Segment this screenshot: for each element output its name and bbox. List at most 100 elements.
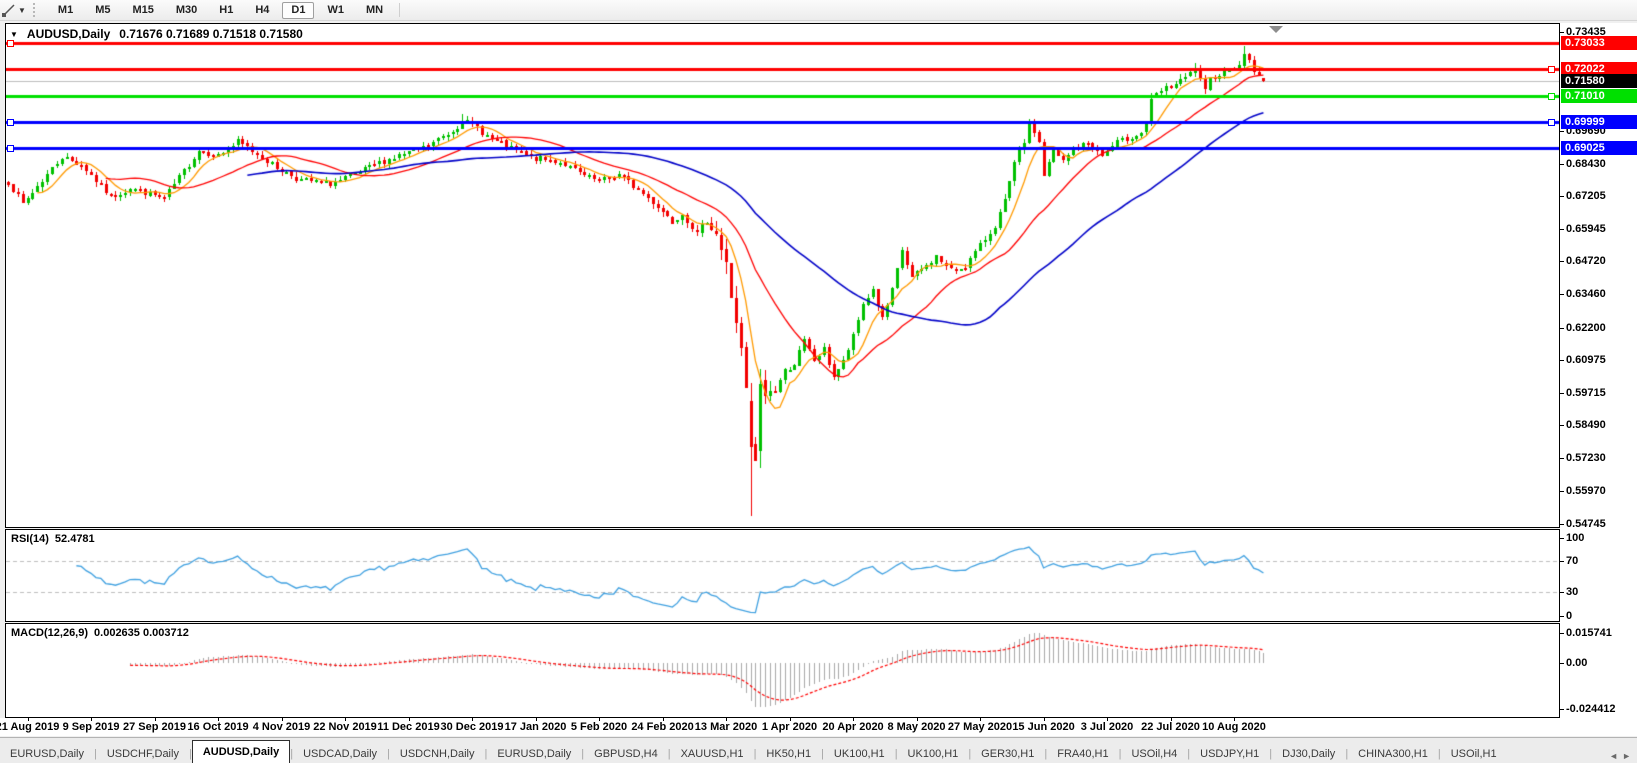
timeframe-button-m5[interactable]: M5 [86, 2, 119, 19]
hline-handle[interactable] [7, 40, 14, 47]
scale-tick [1560, 328, 1564, 329]
date-label: 10 Aug 2020 [1202, 721, 1266, 733]
date-label: 17 Jan 2020 [504, 721, 567, 733]
scale-label: 0.015741 [1566, 627, 1612, 639]
scale-tick [1560, 491, 1564, 492]
timeframe-button-h4[interactable]: H4 [246, 2, 278, 19]
timeframe-button-w1[interactable]: W1 [318, 2, 353, 19]
scale-tick [1560, 524, 1564, 525]
scale-label: 0.67205 [1566, 189, 1606, 202]
hline-handle[interactable] [1548, 93, 1555, 100]
hline-handle[interactable] [7, 145, 14, 152]
chart-tab-eurusd-daily[interactable]: EURUSD,Daily [487, 744, 581, 763]
scale-label: 0.54745 [1566, 517, 1606, 530]
scale-label: 30 [1566, 586, 1579, 599]
chart-tab-usoil-h4[interactable]: USOil,H4 [1121, 744, 1187, 763]
tab-scroll-right-icon[interactable]: ► [1622, 751, 1631, 761]
date-label: 1 Apr 2020 [761, 721, 818, 733]
chart-tab-usdchf-daily[interactable]: USDCHF,Daily [97, 744, 189, 763]
hline-price-label: 0.69999 [1561, 115, 1637, 130]
chart-ohlc: 0.71676 0.71689 0.71518 0.71580 [119, 27, 303, 41]
date-label: 8 May 2020 [887, 721, 946, 733]
chart-title: ▼ AUDUSD,Daily 0.71676 0.71689 0.71518 0… [10, 27, 303, 41]
price-chart-panel [5, 23, 1560, 528]
date-label: 13 Mar 2020 [694, 721, 758, 733]
chart-shift-marker[interactable] [1269, 26, 1283, 33]
timeframe-button-m15[interactable]: M15 [123, 2, 162, 19]
scale-label: 0.68430 [1566, 157, 1606, 170]
hline-handle[interactable] [1548, 66, 1555, 73]
chart-tabs: EURUSD,Daily | USDCHF,Daily | AUDUSD,Daily | U… [0, 740, 1507, 763]
chart-tab-hk50-h1[interactable]: HK50,H1 [756, 744, 821, 763]
chart-tab-ger30-h1[interactable]: GER30,H1 [971, 744, 1044, 763]
chart-tab-usdjpy-h1[interactable]: USDJPY,H1 [1190, 744, 1269, 763]
chart-tab-xauusd-h1[interactable]: XAUUSD,H1 [671, 744, 754, 763]
scale-tick [1560, 425, 1564, 426]
tab-scroll-left-icon[interactable]: ◄ [1609, 751, 1618, 761]
scale-tick [1560, 592, 1564, 593]
hline-price-label: 0.69025 [1561, 141, 1637, 156]
scale-tick [1560, 633, 1564, 634]
timeframe-buttons: M1 M5 M15 M30 H1 H4 D1 W1 MN [47, 1, 394, 19]
timeframe-button-d1[interactable]: D1 [282, 1, 315, 19]
chart-tab-usdcnh-daily[interactable]: USDCNH,Daily [390, 744, 485, 763]
hline-price-label: 0.71010 [1561, 88, 1637, 103]
scale-tick [1560, 663, 1564, 664]
scale-label: 0.63460 [1566, 288, 1606, 301]
hline-handle[interactable] [7, 119, 14, 126]
macd-canvas[interactable] [6, 624, 1559, 717]
line-studies-icon[interactable]: ▼ [2, 3, 29, 17]
line-studies-glyph [2, 4, 15, 17]
scale-tick [1560, 229, 1564, 230]
scale-tick [1560, 538, 1564, 539]
chart-tab-eurusd-daily[interactable]: EURUSD,Daily [0, 744, 94, 763]
macd-panel [5, 623, 1560, 718]
price-scale[interactable]: 0.73435 0.69690 0.68430 0.67205 0.65945 0.647… [1560, 23, 1637, 718]
date-label: 11 Dec 2019 [377, 721, 440, 733]
chart-tab-usdcad-daily[interactable]: USDCAD,Daily [293, 744, 387, 763]
chart-tab-fra40-h1[interactable]: FRA40,H1 [1047, 744, 1118, 763]
toolbar-grip[interactable] [32, 3, 39, 17]
tab-scroll-buttons: ◄ ► [1609, 751, 1637, 763]
timeframe-button-h1[interactable]: H1 [210, 2, 242, 19]
hline-handle[interactable] [1548, 119, 1555, 126]
date-label: 22 Nov 2019 [313, 721, 377, 733]
chart-tab-audusd-daily[interactable]: AUDUSD,Daily [191, 740, 291, 763]
scale-label: 0.60975 [1566, 353, 1606, 366]
scale-tick [1560, 616, 1564, 617]
chart-tab-uk100-h1[interactable]: UK100,H1 [824, 744, 895, 763]
macd-values: 0.002635 0.003712 [94, 627, 189, 639]
chart-tab-china300-h1[interactable]: CHINA300,H1 [1348, 744, 1438, 763]
chart-menu-icon[interactable]: ▼ [10, 30, 18, 39]
date-label: 16 Oct 2019 [187, 721, 249, 733]
scale-tick [1560, 561, 1564, 562]
chart-tab-usoil-h1[interactable]: USOil,H1 [1441, 744, 1507, 763]
scale-label: 0.64720 [1566, 255, 1606, 268]
chart-tab-gbpusd-h4[interactable]: GBPUSD,H4 [584, 744, 668, 763]
date-axis[interactable]: 21 Aug 2019 9 Sep 2019 27 Sep 2019 16 Oct 2… [0, 718, 1637, 736]
macd-label: MACD(12,26,9) 0.002635 0.003712 [11, 627, 189, 639]
scale-tick [1560, 393, 1564, 394]
scale-tick [1560, 164, 1564, 165]
timeframe-toolbar: ▼ M1 M5 M15 M30 H1 H4 D1 W1 MN [0, 0, 1637, 21]
chart-tabbar: EURUSD,Daily | USDCHF,Daily | AUDUSD,Daily | U… [0, 737, 1637, 763]
scale-tick [1560, 294, 1564, 295]
scale-tick [1560, 360, 1564, 361]
chart-symbol: AUDUSD,Daily [26, 27, 111, 41]
rsi-canvas[interactable] [6, 530, 1559, 621]
timeframe-button-m1[interactable]: M1 [49, 2, 82, 19]
rsi-value: 52.4781 [54, 533, 95, 545]
timeframe-button-m30[interactable]: M30 [167, 2, 206, 19]
scale-label: 0.57230 [1566, 452, 1606, 465]
timeframe-button-mn[interactable]: MN [357, 2, 392, 19]
date-label: 5 Feb 2020 [570, 721, 628, 733]
macd-name: MACD(12,26,9) [11, 627, 89, 639]
rsi-panel [5, 529, 1560, 622]
scale-label: 0.58490 [1566, 419, 1606, 432]
scale-label: 0.62200 [1566, 321, 1606, 334]
scale-tick [1560, 196, 1564, 197]
chart-tab-dj30-daily[interactable]: DJ30,Daily [1272, 744, 1345, 763]
chart-tab-uk100-h1[interactable]: UK100,H1 [898, 744, 969, 763]
price-chart-canvas[interactable] [6, 24, 1559, 527]
scale-label: 0 [1566, 609, 1573, 622]
